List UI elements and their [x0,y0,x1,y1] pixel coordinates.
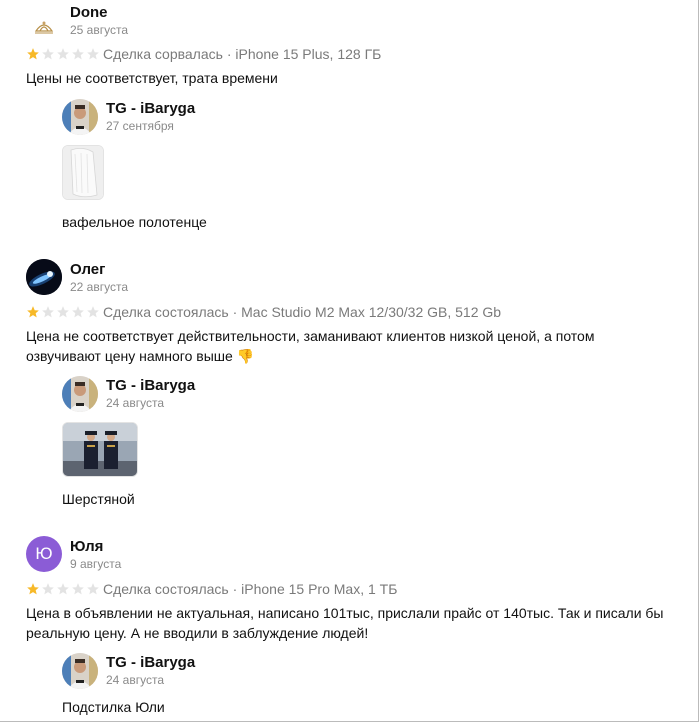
star-empty-icon [87,48,99,60]
author-name[interactable]: Олег [70,261,105,279]
avatar-letter: Ю [35,544,53,563]
rating-stars [26,582,100,596]
star-empty-icon [57,583,69,595]
star-empty-icon [42,48,54,60]
star-empty-icon [42,583,54,595]
star-empty-icon [87,583,99,595]
review-date: 9 августа [70,557,122,571]
author-name[interactable]: Done [70,4,108,22]
seller-avatar[interactable] [62,99,98,135]
seller-name[interactable]: TG - iBaryga [106,377,195,395]
star-filled-icon [27,583,39,595]
reply-text: вафельное полотенце [62,214,207,230]
reply-date: 27 сентября [106,119,174,133]
star-empty-icon [57,48,69,60]
deal-meta: Сделка сорвалась · iPhone 15 Plus, 128 Г… [103,46,382,62]
lotus-logo-icon[interactable] [26,9,62,45]
deal-meta: Сделка состоялась · iPhone 15 Pro Max, 1… [103,581,398,597]
review-text: Цена в объявлении не актуальная, написан… [26,605,664,641]
seller-avatar[interactable] [62,376,98,412]
star-empty-icon [72,48,84,60]
rating-stars [26,305,100,319]
star-empty-icon [87,306,99,318]
star-filled-icon [27,48,39,60]
comet-icon[interactable] [26,259,62,295]
officers-photo[interactable] [62,422,138,477]
star-empty-icon [72,583,84,595]
author-name[interactable]: Юля [70,538,103,556]
reply-date: 24 августа [106,396,165,410]
rating-stars [26,47,100,61]
star-empty-icon [57,306,69,318]
deal-meta: Сделка состоялась · Mac Studio M2 Max 12… [103,304,502,320]
review-text: Цена не соответствует действительности, … [26,328,595,364]
review-text: Цены не соответствует, трата времени [26,70,278,86]
star-empty-icon [72,306,84,318]
seller-avatar[interactable] [62,653,98,689]
star-filled-icon [27,306,39,318]
letter-avatar[interactable]: Ю [26,536,62,572]
towel-photo[interactable] [62,145,104,200]
star-empty-icon [42,306,54,318]
seller-name[interactable]: TG - iBaryga [106,100,195,118]
review-date: 22 августа [70,280,129,294]
reply-text: Подстилка Юли [62,699,165,715]
reply-text: Шерстяной [62,491,135,507]
reply-date: 24 августа [106,673,165,687]
seller-name[interactable]: TG - iBaryga [106,654,195,672]
review-date: 25 августа [70,23,129,37]
